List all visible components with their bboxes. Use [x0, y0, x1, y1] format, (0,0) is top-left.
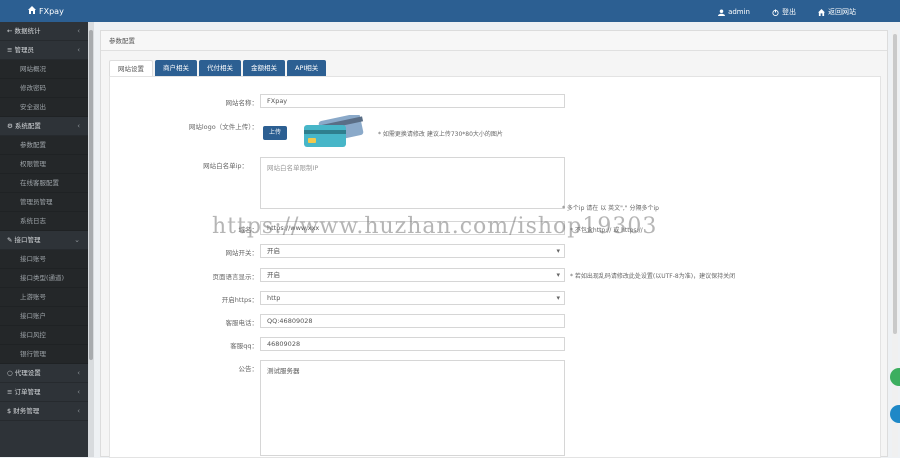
chevron-left-icon: ‹ — [77, 122, 80, 130]
sidebar-item-admins[interactable]: 管理员管理 — [0, 193, 88, 212]
sidebar-item-stats[interactable]: ← 数据统计 ‹ — [0, 22, 88, 41]
circle-icon: ○ — [7, 369, 13, 377]
sidebar: ← 数据统计 ‹ ≡ 管理员 ‹ 网站概况 修改密码 安全退出 ⚙ 系统配置 ‹ 参数… — [0, 22, 88, 457]
home-label: 返回网站 — [828, 8, 856, 16]
top-navbar: FXpay admin 登出 返回网站 — [0, 0, 900, 22]
sidebar-item-system[interactable]: ⚙ 系统配置 ‹ — [0, 117, 88, 136]
https-select[interactable]: http — [260, 291, 565, 305]
site-switch-select[interactable]: 开启 — [260, 244, 565, 258]
tab-site[interactable]: 网站设置 — [109, 60, 153, 76]
logout-link[interactable]: 登出 — [772, 7, 796, 17]
sidebar-item-password[interactable]: 修改密码 — [0, 79, 88, 98]
tab-merchant[interactable]: 商户相关 — [155, 60, 197, 76]
chevron-left-icon: ‹ — [77, 407, 80, 415]
scrollbar-thumb[interactable] — [893, 34, 897, 334]
sidebar-item-support[interactable]: 在线客服配置 — [0, 174, 88, 193]
home-icon — [818, 8, 825, 16]
chevron-left-icon: ‹ — [77, 388, 80, 396]
sidebar-item-api-account[interactable]: 接口账号 — [0, 250, 88, 269]
sidebar-item-logout[interactable]: 安全退出 — [0, 98, 88, 117]
sidebar-item-api-type[interactable]: 接口类型(通道) — [0, 269, 88, 288]
chevron-left-icon: ‹ — [77, 46, 80, 54]
chevron-left-icon: ‹ — [77, 27, 80, 35]
sidebar-item-permissions[interactable]: 权限管理 — [0, 155, 88, 174]
sidebar-item-admin[interactable]: ≡ 管理员 ‹ — [0, 41, 88, 60]
https-label: 开启https： — [221, 296, 258, 304]
tab-payout[interactable]: 代付相关 — [199, 60, 241, 76]
logout-label: 登出 — [782, 8, 796, 16]
credit-card-icon — [304, 113, 364, 147]
menu-icon: ≡ — [7, 388, 13, 396]
user-icon — [718, 8, 726, 16]
sidebar-item-params[interactable]: 参数配置 — [0, 136, 88, 155]
user-name: admin — [728, 8, 750, 16]
sidebar-item-api-user[interactable]: 接口账户 — [0, 307, 88, 326]
logo-label: 网站logo（文件上传）： — [188, 123, 258, 131]
chevron-down-icon: ⌄ — [74, 236, 80, 244]
logo-preview — [302, 113, 364, 151]
page-scrollbar[interactable] — [892, 30, 898, 457]
watermark: https://www.huzhan.com/ishop19303 — [212, 214, 658, 239]
dollar-icon: $ — [7, 407, 12, 415]
sidebar-item-finance[interactable]: $ 财务管理 ‹ — [0, 402, 88, 421]
phone-label: 客服电话： — [225, 319, 259, 327]
notice-label: 公告： — [238, 365, 259, 373]
sidebar-item-bank[interactable]: 银行管理 — [0, 345, 88, 364]
tab-bar: 网站设置 商户相关 代付相关 金额相关 API相关 — [109, 60, 327, 76]
page-lang-hint: * 若如出现乱码请修改此处设置(以UTF-8为准)，建议保持关闭 — [570, 273, 736, 280]
menu-icon: ≡ — [7, 46, 13, 54]
sidebar-item-risk[interactable]: 接口风控 — [0, 326, 88, 345]
ip-label: 网站白名单ip： — [203, 162, 248, 170]
sidebar-item-overview[interactable]: 网站概况 — [0, 60, 88, 79]
chevron-left-icon: ‹ — [77, 369, 80, 377]
home-link[interactable]: 返回网站 — [818, 7, 856, 17]
ip-textarea[interactable]: 网站白名单限制IP — [260, 157, 565, 209]
ip-hint: * 多个ip 请在 以 英文"," 分隔多个ip — [562, 205, 659, 212]
sidebar-item-interface[interactable]: ✎ 接口管理 ⌄ — [0, 231, 88, 250]
upload-button[interactable]: 上传 — [263, 126, 287, 140]
brand-name: FXpay — [39, 7, 64, 16]
qq-input[interactable]: 46809028 — [260, 337, 565, 351]
sidebar-scrollbar[interactable] — [88, 22, 94, 457]
sidebar-item-upstream[interactable]: 上游账号 — [0, 288, 88, 307]
wrench-icon: ✎ — [7, 236, 13, 244]
qq-label: 客服qq： — [230, 342, 258, 350]
page-lang-select[interactable]: 开启 — [260, 268, 565, 282]
page-lang-label: 页面语言显示： — [212, 273, 259, 281]
site-switch-label: 网站开关： — [225, 249, 259, 257]
site-name-label: 网站名称： — [225, 99, 259, 107]
tab-api[interactable]: API相关 — [287, 60, 327, 76]
arrow-left-icon: ← — [7, 27, 13, 35]
user-menu[interactable]: admin — [718, 7, 750, 17]
power-icon — [772, 8, 779, 16]
gear-icon: ⚙ — [7, 122, 13, 130]
scrollbar-thumb[interactable] — [89, 30, 93, 360]
site-name-input[interactable]: FXpay — [260, 94, 565, 108]
phone-input[interactable]: QQ:46809028 — [260, 314, 565, 328]
logo-hint: * 如需更换请修改 建议上传730*80大小的图片 — [378, 131, 503, 138]
brand[interactable]: FXpay — [28, 6, 64, 16]
sidebar-item-agent[interactable]: ○ 代理设置 ‹ — [0, 364, 88, 383]
home-icon — [28, 6, 37, 16]
tab-amount[interactable]: 金额相关 — [243, 60, 285, 76]
sidebar-item-logs[interactable]: 系统日志 — [0, 212, 88, 231]
settings-form: 网站名称： FXpay 网站logo（文件上传）： 上传 * 如需更换请修改 建… — [109, 76, 881, 458]
main-panel: 参数配置 网站设置 商户相关 代付相关 金额相关 API相关 网站名称： FXp… — [100, 30, 888, 458]
sidebar-item-orders[interactable]: ≡ 订单管理 ‹ — [0, 383, 88, 402]
notice-textarea[interactable]: 测试服务器 — [260, 360, 565, 456]
panel-title: 参数配置 — [101, 31, 887, 51]
